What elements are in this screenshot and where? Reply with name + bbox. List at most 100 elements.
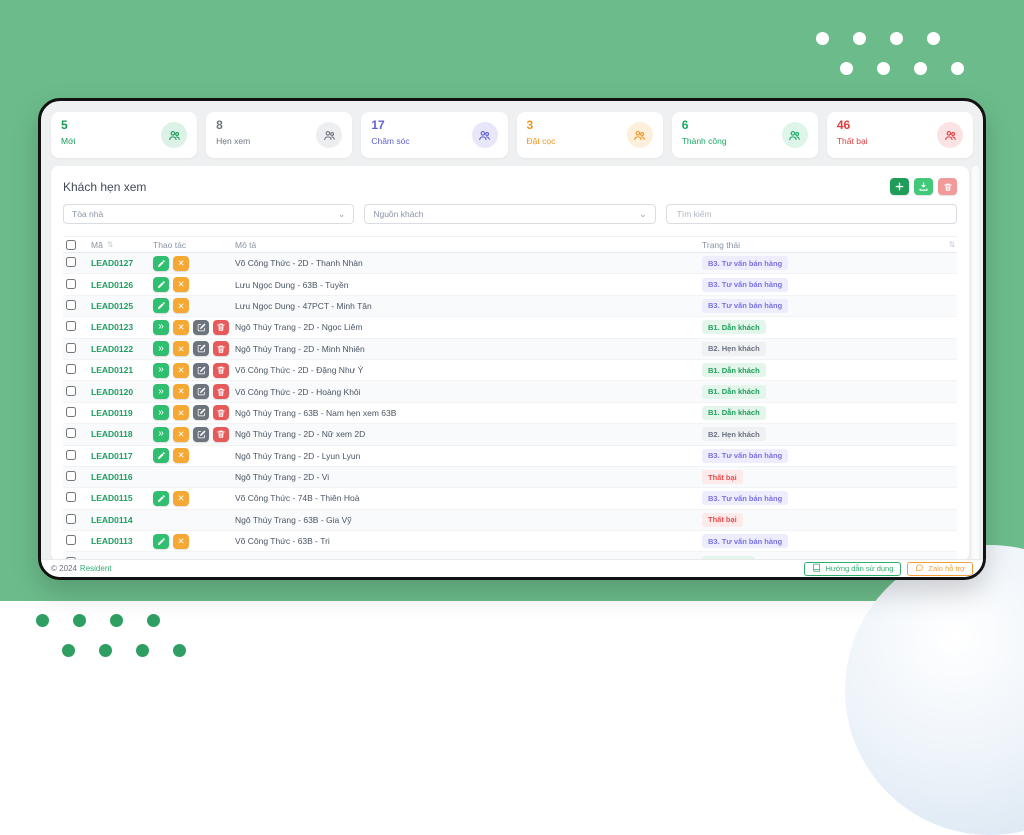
cancel-button[interactable]: ✕ [173,405,189,420]
brand-link[interactable]: Resident [80,564,112,573]
cancel-button[interactable]: ✕ [173,341,189,356]
edit-button[interactable] [153,534,169,549]
source-select[interactable]: Nguồn khách ⌄ [364,204,655,224]
delete-button[interactable] [938,178,957,195]
stat-value: 3 [527,119,556,131]
export-button[interactable] [914,178,933,195]
search-input[interactable] [675,208,948,220]
row-checkbox[interactable] [66,257,76,267]
select-all-checkbox[interactable] [66,240,76,250]
lead-id[interactable]: LEAD0121 [91,365,153,375]
cancel-button[interactable]: ✕ [173,491,189,506]
status-badge: B1. Dẫn khách [702,385,766,399]
edit-detail-button[interactable] [193,427,209,442]
scrollbar-track[interactable] [972,166,979,561]
edit-button[interactable] [153,298,169,313]
cancel-button[interactable]: ✕ [173,277,189,292]
delete-row-button[interactable] [213,363,229,378]
row-actions: »✕ [153,363,235,378]
lead-id[interactable]: LEAD0116 [91,472,153,482]
lead-description: Võ Công Thức - 2D - Đặng Như Ý [235,365,702,375]
page-title: Khách hẹn xem [63,180,146,194]
lead-id[interactable]: LEAD0117 [91,451,153,461]
cancel-button[interactable]: ✕ [173,384,189,399]
cancel-button[interactable]: ✕ [173,448,189,463]
lead-description: Ngô Thúy Trang - 2D - Minh Nhiên [235,344,702,354]
delete-row-button[interactable] [213,427,229,442]
leads-panel: Khách hẹn xem Tòa nhà ⌄ Nguồn khách ⌄ Mã… [51,166,969,561]
lead-id[interactable]: LEAD0113 [91,536,153,546]
edit-detail-button[interactable] [193,341,209,356]
row-checkbox[interactable] [66,364,76,374]
app-window: 5 Mới 8 Hẹn xem 17 Chăm sóc 3 Đặt cọc 6 … [38,98,986,580]
edit-button[interactable] [153,448,169,463]
status-badge: B3. Tư vấn bán hàng [702,299,788,313]
table-row: LEAD0119 »✕ Ngô Thúy Trang - 63B - Nam h… [63,403,957,424]
guide-button[interactable]: Hướng dẫn sử dụng [804,562,901,576]
edit-detail-button[interactable] [193,384,209,399]
lead-id[interactable]: LEAD0123 [91,322,153,332]
stat-label: Mới [61,136,76,146]
stat-card: 8 Hẹn xem [206,112,352,158]
forward-button[interactable]: » [153,427,169,442]
row-checkbox[interactable] [66,343,76,353]
row-checkbox[interactable] [66,514,76,524]
row-checkbox[interactable] [66,450,76,460]
lead-id[interactable]: LEAD0114 [91,515,153,525]
cancel-button[interactable]: ✕ [173,320,189,335]
edit-detail-button[interactable] [193,363,209,378]
lead-id[interactable]: LEAD0115 [91,493,153,503]
stat-card: 3 Đặt cọc [517,112,663,158]
lead-id[interactable]: LEAD0122 [91,344,153,354]
forward-button[interactable]: » [153,384,169,399]
forward-button[interactable]: » [153,405,169,420]
cancel-button[interactable]: ✕ [173,363,189,378]
row-checkbox[interactable] [66,492,76,502]
delete-row-button[interactable] [213,384,229,399]
cancel-button[interactable]: ✕ [173,298,189,313]
chevron-down-icon: ⌄ [338,210,346,218]
status-badge: B1. Dẫn khách [702,363,766,377]
edit-detail-button[interactable] [193,405,209,420]
lead-description: Ngô Thúy Trang - 2D - Ngọc Liêm [235,322,702,332]
forward-button[interactable]: » [153,320,169,335]
zalo-support-button[interactable]: Zalo hỗ trợ [907,562,973,576]
lead-id[interactable]: LEAD0118 [91,429,153,439]
window-footer: © 2024Resident Hướng dẫn sử dụng Zalo hỗ… [41,559,983,577]
row-checkbox[interactable] [66,428,76,438]
row-checkbox[interactable] [66,471,76,481]
users-icon [782,122,808,148]
cancel-button[interactable]: ✕ [173,256,189,271]
add-button[interactable] [890,178,909,195]
delete-row-button[interactable] [213,341,229,356]
building-select[interactable]: Tòa nhà ⌄ [63,204,354,224]
lead-description: Võ Công Thức - 74B - Thiên Hoà [235,493,702,503]
edit-button[interactable] [153,256,169,271]
sort-icon[interactable]: ⇅ [107,240,113,249]
row-checkbox[interactable] [66,535,76,545]
edit-button[interactable] [153,491,169,506]
cancel-button[interactable]: ✕ [173,534,189,549]
sort-icon[interactable]: ⇅ [949,240,955,249]
lead-id[interactable]: LEAD0127 [91,258,153,268]
lead-id[interactable]: LEAD0125 [91,301,153,311]
lead-id[interactable]: LEAD0119 [91,408,153,418]
stat-label: Chăm sóc [371,136,409,146]
lead-id[interactable]: LEAD0126 [91,280,153,290]
row-checkbox[interactable] [66,386,76,396]
row-checkbox[interactable] [66,321,76,331]
lead-id[interactable]: LEAD0120 [91,387,153,397]
row-checkbox[interactable] [66,300,76,310]
building-select-placeholder: Tòa nhà [72,209,103,219]
delete-row-button[interactable] [213,405,229,420]
row-checkbox[interactable] [66,407,76,417]
forward-button[interactable]: » [153,363,169,378]
edit-button[interactable] [153,277,169,292]
delete-row-button[interactable] [213,320,229,335]
column-header-description: Mô tả [235,240,256,250]
row-checkbox[interactable] [66,279,76,289]
edit-detail-button[interactable] [193,320,209,335]
forward-button[interactable]: » [153,341,169,356]
cancel-button[interactable]: ✕ [173,427,189,442]
table-row: LEAD0118 »✕ Ngô Thúy Trang - 2D - Nữ xem… [63,424,957,445]
